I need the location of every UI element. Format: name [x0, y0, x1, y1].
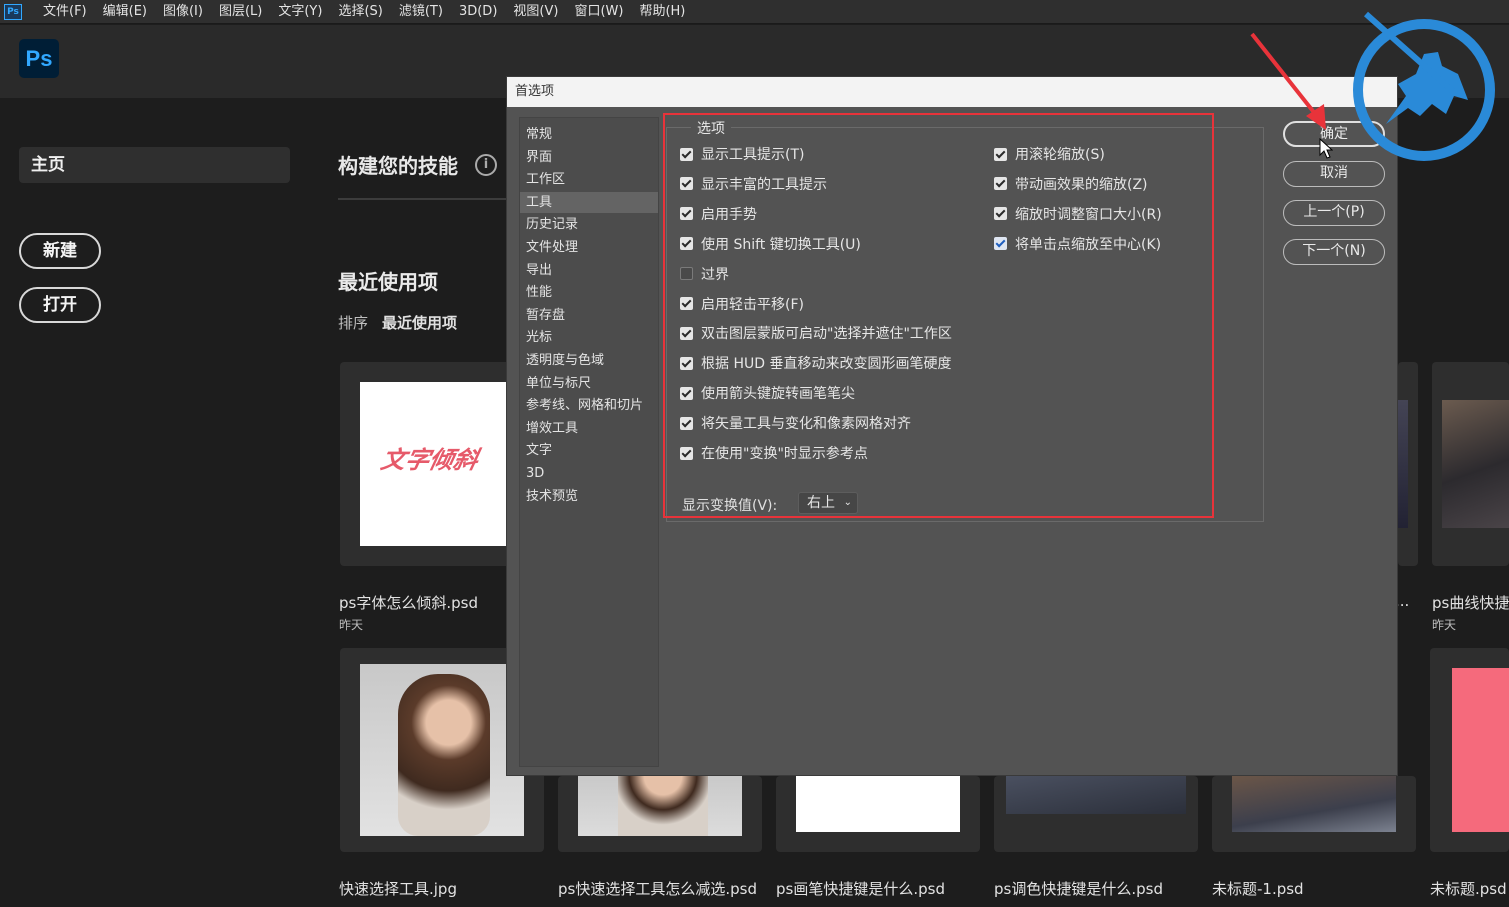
category-item[interactable]: 透明度与色域	[520, 350, 658, 371]
category-item[interactable]: 单位与标尺	[520, 373, 658, 394]
file-card[interactable]	[1398, 362, 1418, 566]
file-name[interactable]: 未标题.psd	[1430, 878, 1509, 899]
sidebar-item-home[interactable]: 主页	[19, 147, 290, 183]
category-item[interactable]: 参考线、网格和切片	[520, 395, 658, 416]
file-thumbnail	[1452, 668, 1509, 832]
knight-watermark-logo	[1353, 11, 1495, 161]
cancel-button[interactable]: 取消	[1283, 161, 1385, 187]
build-skills-heading: 构建您的技能	[338, 154, 458, 178]
open-button[interactable]: 打开	[19, 287, 101, 323]
file-thumbnail	[1442, 400, 1509, 528]
file-name[interactable]: ps快速选择工具怎么减选.psd	[558, 878, 762, 899]
file-thumbnail: 文字倾斜	[360, 382, 510, 546]
menu-item[interactable]: 图像(I)	[155, 1, 211, 23]
file-thumbnail	[578, 776, 742, 836]
menu-bar: Ps 文件(F) 编辑(E) 图像(I) 图层(L) 文字(Y) 选择(S) 滤镜(T) 3D…	[0, 0, 1509, 24]
next-button[interactable]: 下一个(N)	[1283, 239, 1385, 265]
highlight-box	[663, 113, 1214, 518]
sort-dropdown[interactable]: 最近使用项	[382, 312, 457, 333]
category-item[interactable]: 工具	[520, 191, 658, 213]
category-item[interactable]: 工作区	[520, 169, 658, 190]
info-icon[interactable]: i	[475, 154, 497, 176]
category-item[interactable]: 界面	[520, 147, 658, 168]
category-item[interactable]: 增效工具	[520, 418, 658, 439]
category-item[interactable]: 文件处理	[520, 237, 658, 258]
menu-items: 文件(F) 编辑(E) 图像(I) 图层(L) 文字(Y) 选择(S) 滤镜(T) 3D(D)…	[35, 1, 693, 23]
menu-item[interactable]: 文件(F)	[35, 1, 95, 23]
photoshop-logo: Ps	[19, 39, 59, 78]
file-card[interactable]	[1432, 362, 1509, 566]
portrait-figure	[618, 776, 708, 836]
portrait-figure	[398, 674, 490, 836]
file-thumbnail	[1006, 776, 1186, 814]
category-item[interactable]: 光标	[520, 327, 658, 348]
menu-item[interactable]: 帮助(H)	[631, 1, 693, 23]
menu-item[interactable]: 3D(D)	[451, 1, 505, 23]
file-date: 昨天	[339, 618, 364, 632]
file-card[interactable]	[558, 776, 762, 852]
file-name[interactable]: ...	[1395, 592, 1417, 610]
file-thumbnail	[360, 664, 524, 836]
photoshop-app-icon[interactable]: Ps	[4, 3, 22, 20]
file-thumbnail	[1398, 400, 1408, 528]
category-item[interactable]: 性能	[520, 282, 658, 303]
category-item[interactable]: 3D	[520, 463, 658, 484]
menu-item[interactable]: 视图(V)	[505, 1, 566, 23]
previous-button[interactable]: 上一个(P)	[1283, 200, 1385, 226]
sort-label: 排序	[338, 314, 369, 332]
file-name[interactable]: ps曲线快捷	[1432, 592, 1509, 613]
menu-item[interactable]: 图层(L)	[211, 1, 270, 23]
file-card[interactable]	[994, 776, 1198, 852]
menu-item[interactable]: 文字(Y)	[270, 1, 330, 23]
mouse-cursor-icon	[1319, 138, 1333, 159]
file-card[interactable]: 文字倾斜	[340, 362, 510, 566]
divider	[338, 198, 518, 200]
file-name[interactable]: 快速选择工具.jpg	[339, 878, 543, 899]
menu-item[interactable]: 滤镜(T)	[391, 1, 451, 23]
menu-item[interactable]: 窗口(W)	[566, 1, 631, 23]
file-thumbnail	[796, 776, 960, 832]
recent-title: 最近使用项	[338, 270, 438, 294]
file-name[interactable]: 未标题-1.psd	[1212, 878, 1416, 899]
menu-item[interactable]: 编辑(E)	[95, 1, 155, 23]
file-card[interactable]	[1430, 648, 1509, 852]
category-item[interactable]: 技术预览	[520, 486, 658, 507]
menu-item[interactable]: 选择(S)	[330, 1, 390, 23]
category-item[interactable]: 导出	[520, 260, 658, 281]
file-card[interactable]	[1212, 776, 1416, 852]
thumbnail-text: 文字倾斜	[378, 446, 481, 474]
file-name[interactable]: ps画笔快捷键是什么.psd	[776, 878, 980, 899]
file-name[interactable]: ps字体怎么倾斜.psd	[339, 592, 509, 613]
category-item[interactable]: 历史记录	[520, 214, 658, 235]
new-button[interactable]: 新建	[19, 233, 101, 269]
file-card[interactable]	[776, 776, 980, 852]
file-thumbnail	[1232, 776, 1396, 832]
file-name[interactable]: ps调色快捷键是什么.psd	[994, 878, 1198, 899]
category-item[interactable]: 暂存盘	[520, 305, 658, 326]
file-date: 昨天	[1432, 618, 1457, 632]
category-item[interactable]: 文字	[520, 440, 658, 461]
red-arrow-icon	[1250, 32, 1326, 130]
category-list: 常规 界面 工作区 工具 历史记录 文件处理 导出 性能 暂存盘 光标 透明度与色域 单位与标尺 参考线…	[519, 117, 659, 767]
category-item[interactable]: 常规	[520, 124, 658, 145]
